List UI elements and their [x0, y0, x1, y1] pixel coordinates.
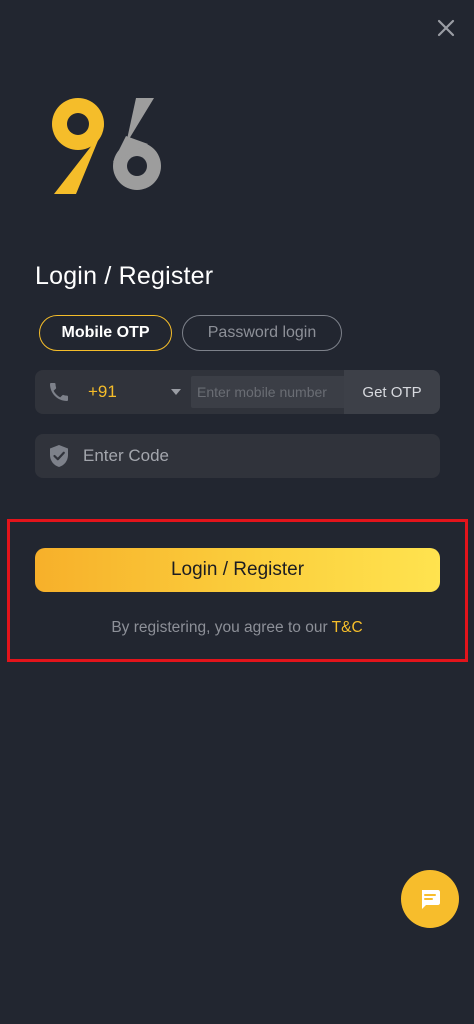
country-code-selector[interactable]: +91 [88, 370, 117, 414]
logo-nine-glyph [52, 98, 104, 194]
chevron-down-icon[interactable] [171, 389, 181, 395]
close-icon [437, 19, 455, 37]
phone-icon [50, 383, 68, 401]
tab-password-login[interactable]: Password login [182, 315, 342, 351]
login-screen: Login / Register Mobile OTP Password log… [0, 0, 474, 1024]
login-method-tabs: Mobile OTP Password login [39, 315, 342, 351]
tab-mobile-otp[interactable]: Mobile OTP [39, 315, 172, 351]
logo-six-glyph [113, 98, 161, 190]
phone-field-row: +91 Get OTP [35, 370, 440, 414]
verification-code-input[interactable] [79, 434, 429, 478]
terms-text: By registering, you agree to our T&C [0, 619, 474, 637]
chat-button[interactable] [401, 870, 459, 928]
get-otp-button[interactable]: Get OTP [344, 370, 440, 414]
terms-prefix: By registering, you agree to our [111, 619, 332, 636]
brand-logo [52, 98, 161, 194]
login-register-button[interactable]: Login / Register [35, 548, 440, 592]
chat-bubble-icon [422, 890, 440, 909]
page-title: Login / Register [35, 262, 214, 290]
code-field-row [35, 434, 440, 478]
close-button[interactable] [430, 12, 462, 44]
terms-link[interactable]: T&C [332, 619, 363, 636]
shield-check-icon [50, 445, 68, 467]
